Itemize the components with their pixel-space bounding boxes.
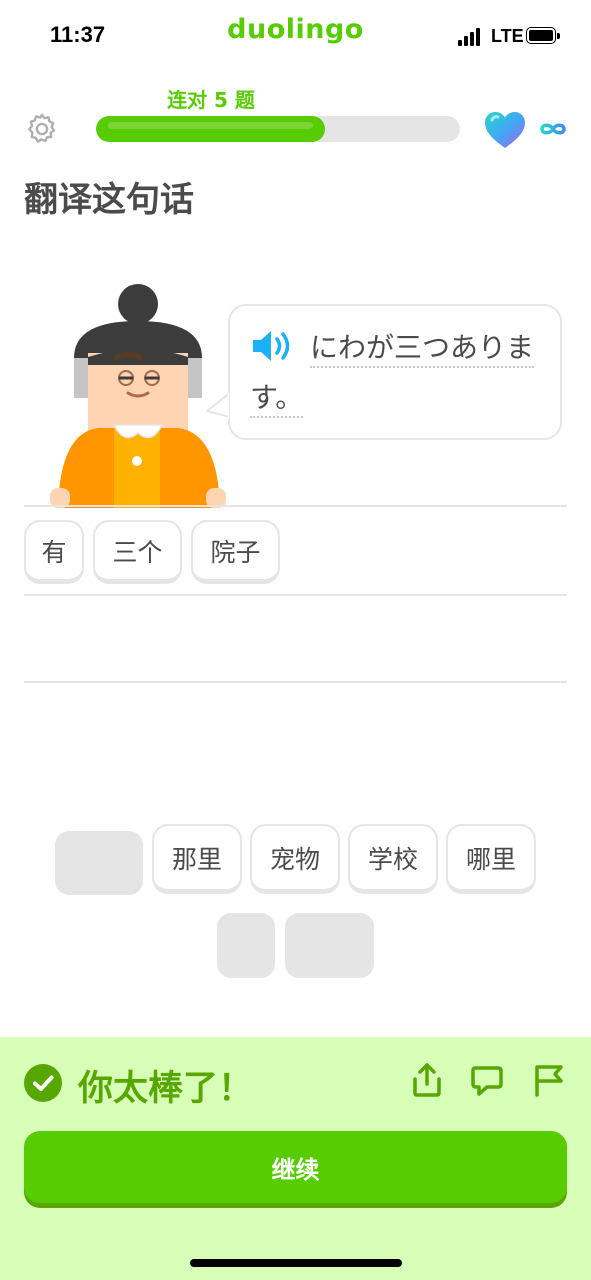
character-illustration [50, 284, 226, 508]
answer-tile[interactable]: 院子 [191, 520, 280, 584]
word-bank-tile[interactable]: 那里 [152, 824, 242, 894]
check-circle-icon [24, 1064, 62, 1102]
word-bank-tile[interactable]: 宠物 [250, 824, 340, 894]
answer-line [24, 594, 567, 596]
super-heart-icon[interactable] [483, 110, 527, 150]
exercise-title: 翻译这句话 [24, 180, 194, 220]
continue-button[interactable]: 继续 [24, 1131, 567, 1203]
infinity-icon [540, 123, 566, 135]
signal-icon [458, 28, 486, 46]
answer-tile[interactable]: 有 [24, 520, 84, 584]
feedback-message: 你太棒了！ [78, 1069, 254, 1109]
prompt-text-line-1[interactable]: にわが三つありま [310, 326, 535, 368]
flag-icon[interactable] [532, 1062, 566, 1098]
speech-bubble: にわが三つありま す。 [228, 304, 562, 440]
prompt-words[interactable]: にわが三つありま [310, 331, 535, 368]
answer-tile[interactable]: 三个 [93, 520, 182, 584]
bubble-tail [206, 393, 229, 419]
answer-line [24, 681, 567, 683]
battery-icon [526, 27, 560, 44]
empty-word-slot [217, 913, 275, 978]
lesson-progress-bar [96, 116, 460, 142]
streak-label: 连对 5 题 [167, 88, 255, 112]
empty-word-slot [55, 831, 143, 895]
prompt-words[interactable]: す。 [250, 381, 304, 418]
answer-line [24, 505, 567, 507]
network-label: LTE [491, 26, 524, 46]
word-bank-tile[interactable]: 哪里 [446, 824, 536, 894]
comment-icon[interactable] [470, 1062, 504, 1098]
share-icon[interactable] [410, 1062, 444, 1098]
empty-word-slot [285, 913, 374, 978]
speaker-icon[interactable] [251, 328, 293, 364]
progress-highlight [108, 122, 313, 129]
word-bank-tile[interactable]: 学校 [348, 824, 438, 894]
progress-fill [96, 116, 325, 142]
prompt-text-line-2[interactable]: す。 [250, 376, 304, 418]
home-indicator [190, 1259, 402, 1267]
gear-icon[interactable] [24, 111, 60, 147]
